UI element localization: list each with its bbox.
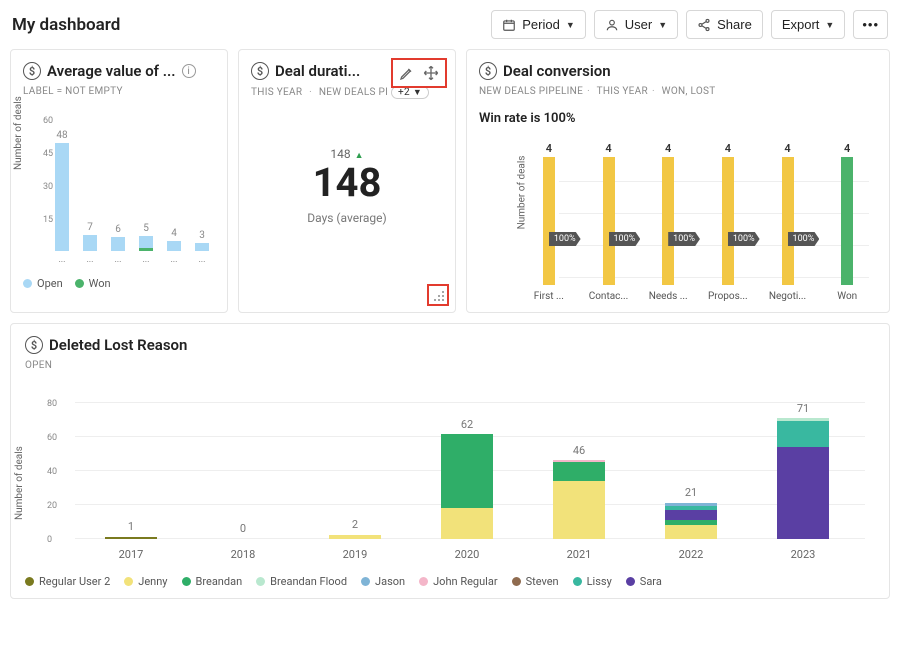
card-deal-duration: $ Deal durati... THIS YEAR NEW DEALS PI … (238, 49, 456, 313)
chart-legend: Open Won (23, 277, 215, 290)
dollar-icon: $ (251, 62, 269, 80)
toolbar: Period ▼ User ▼ Share Export ▼ ••• (491, 10, 888, 39)
dollar-icon: $ (479, 62, 497, 80)
pencil-icon (399, 65, 415, 81)
dollar-icon: $ (25, 336, 43, 354)
card-title: Deleted Lost Reason (49, 336, 187, 354)
card-deleted-lost-reason: $ Deleted Lost Reason OPEN Number of dea… (10, 323, 890, 599)
edit-button[interactable] (395, 62, 419, 84)
export-button[interactable]: Export ▼ (771, 10, 846, 39)
resize-icon (433, 290, 445, 302)
user-filter-button[interactable]: User ▼ (594, 10, 678, 39)
caret-down-icon: ▼ (825, 20, 834, 30)
period-filter-button[interactable]: Period ▼ (491, 10, 586, 39)
caret-down-icon: ▼ (566, 20, 575, 30)
calendar-icon (502, 18, 516, 32)
caret-down-icon: ▼ (413, 87, 422, 98)
user-icon (605, 18, 619, 32)
card-subtitle: LABEL = NOT EMPTY (23, 86, 215, 97)
card-average-value: $ Average value of ... i LABEL = NOT EMP… (10, 49, 228, 313)
dashboard-header: My dashboard Period ▼ User ▼ Share Expor… (0, 0, 900, 49)
card-action-highlight (391, 58, 447, 88)
more-actions-button[interactable]: ••• (853, 10, 888, 39)
y-axis-label: Number of deals (14, 446, 25, 520)
resize-handle[interactable] (427, 284, 449, 306)
dollar-icon: $ (23, 62, 41, 80)
chart-legend: Regular User 2 Jenny Breandan Breandan F… (25, 575, 875, 588)
move-button[interactable] (419, 62, 443, 84)
y-axis-label: Number of deals (13, 96, 24, 170)
average-value-chart: 48... 7... 6... 5... 4... 3... (53, 115, 215, 265)
ellipsis-icon: ••• (862, 17, 879, 32)
card-subtitle: NEW DEALS PIPELINE THIS YEAR WON, LOST (479, 86, 877, 97)
move-icon (423, 65, 439, 81)
card-title: Deal conversion (503, 62, 611, 80)
card-title: Average value of ... (47, 62, 176, 80)
share-label: Share (717, 17, 752, 32)
card-subtitle: OPEN (25, 360, 875, 371)
card-title: Deal durati... (275, 62, 360, 80)
share-button[interactable]: Share (686, 10, 763, 39)
info-icon[interactable]: i (182, 64, 196, 78)
page-title: My dashboard (12, 15, 120, 35)
deleted-lost-chart: 0 20 40 60 80 1 2017 0 2018 2 2019 62 20… (75, 391, 865, 561)
period-label: Period (522, 17, 560, 32)
card-deal-conversion: $ Deal conversion NEW DEALS PIPELINE THI… (466, 49, 890, 313)
export-label: Export (782, 17, 820, 32)
conversion-chart: Number of deals 1 2 3 4 4100%First ... 4… (519, 132, 877, 302)
kpi-value: 148 (251, 161, 443, 205)
share-icon (697, 18, 711, 32)
kpi-caption: Days (average) (251, 211, 443, 225)
win-rate-summary: Win rate is 100% (479, 111, 877, 126)
swatch-open (23, 279, 32, 288)
swatch-won (75, 279, 84, 288)
caret-down-icon: ▼ (658, 20, 667, 30)
user-label: User (625, 17, 652, 32)
